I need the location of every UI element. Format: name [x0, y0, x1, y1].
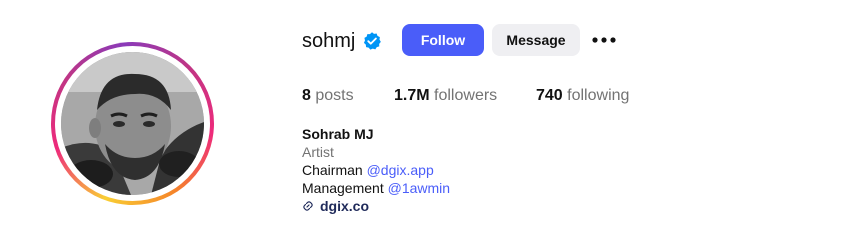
following-count: 740 — [536, 87, 563, 104]
avatar-ring-gap — [55, 46, 210, 201]
chairman-mention-link[interactable]: @dgix.app — [367, 162, 434, 178]
profile-username: sohmj — [302, 30, 356, 52]
following-stat[interactable]: 740 following — [536, 86, 629, 106]
bio-chairman-line: Chairman @dgix.app — [302, 161, 434, 179]
link-icon — [303, 201, 313, 211]
followers-label: followers — [434, 87, 498, 104]
following-label: following — [567, 87, 630, 104]
profile-full-name: Sohrab MJ — [302, 126, 374, 142]
story-ring[interactable] — [51, 42, 214, 205]
posts-label: posts — [315, 87, 354, 104]
followers-stat[interactable]: 1.7M followers — [394, 86, 497, 106]
follow-button[interactable]: Follow — [402, 24, 484, 56]
bio-management-line: Management @1awmin — [302, 179, 450, 197]
bio-chairman-text: Chairman — [302, 162, 363, 178]
profile-category: Artist — [302, 144, 334, 160]
bio-management-text: Management — [302, 180, 384, 196]
followers-count: 1.7M — [394, 87, 430, 104]
avatar[interactable] — [61, 52, 204, 195]
website-link[interactable]: dgix.co — [302, 197, 369, 215]
posts-stat: 8 posts — [302, 86, 354, 106]
message-button[interactable]: Message — [492, 24, 580, 56]
management-mention-link[interactable]: @1awmin — [388, 180, 450, 196]
verified-badge-icon — [363, 32, 381, 50]
more-options-icon[interactable] — [590, 30, 618, 50]
avatar-image — [61, 52, 204, 195]
website-link-text: dgix.co — [320, 198, 370, 214]
posts-count: 8 — [302, 87, 311, 104]
